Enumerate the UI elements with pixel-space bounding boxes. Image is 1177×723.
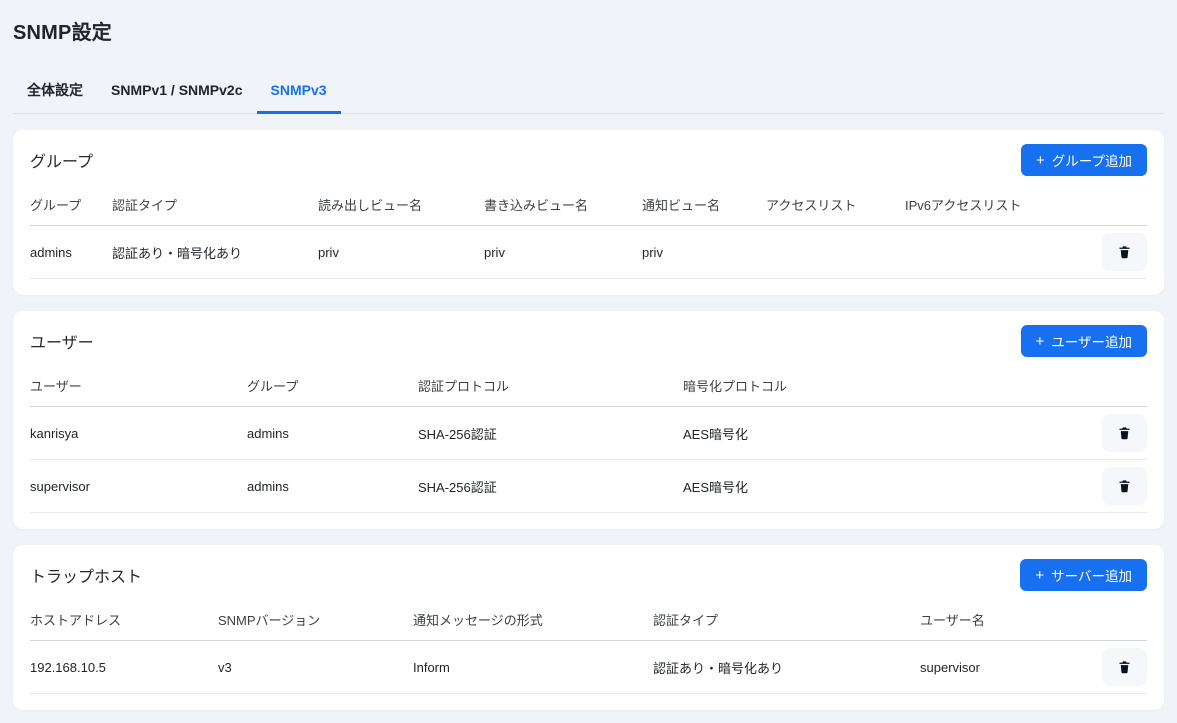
column-header-actions [1087, 184, 1147, 226]
cell-auth-type: 認証あり・暗号化あり [653, 641, 920, 694]
cell-host-address: 192.168.10.5 [30, 641, 218, 694]
delete-user-button[interactable] [1102, 467, 1147, 505]
trap-hosts-table-header-row: ホストアドレス SNMPバージョン 通知メッセージの形式 認証タイプ ユーザー名 [30, 599, 1147, 641]
column-header: ホストアドレス [30, 599, 218, 641]
column-header-actions [1087, 599, 1147, 641]
column-header: 読み出しビュー名 [318, 184, 484, 226]
delete-server-button[interactable] [1102, 648, 1147, 686]
plus-icon: + [1035, 568, 1044, 583]
cell-read-view: priv [318, 226, 484, 279]
column-header: IPv6アクセスリスト [905, 184, 1087, 226]
delete-group-button[interactable] [1102, 233, 1147, 271]
cell-user: supervisor [30, 460, 247, 513]
cell-user-name: supervisor [920, 641, 1087, 694]
cell-ipv6-access-list [905, 226, 1087, 279]
users-card: ユーザー + ユーザー追加 ユーザー グループ 認証プロトコル 暗号化プロトコル… [13, 311, 1164, 529]
trash-icon [1117, 659, 1132, 675]
trap-hosts-card: トラップホスト + サーバー追加 ホストアドレス SNMPバージョン 通知メッセ… [13, 545, 1164, 710]
cell-priv-protocol: AES暗号化 [683, 460, 1087, 513]
add-user-button[interactable]: + ユーザー追加 [1021, 325, 1148, 357]
tab-general[interactable]: 全体設定 [13, 69, 97, 114]
delete-user-button[interactable] [1102, 414, 1147, 452]
cell-auth-type: 認証あり・暗号化あり [112, 226, 318, 279]
users-card-header: ユーザー + ユーザー追加 [30, 325, 1147, 357]
plus-icon: + [1036, 153, 1045, 168]
add-server-button[interactable]: + サーバー追加 [1020, 559, 1147, 591]
column-header: ユーザー名 [920, 599, 1087, 641]
column-header: 書き込みビュー名 [484, 184, 642, 226]
trash-icon [1117, 478, 1132, 494]
cell-group: admins [30, 226, 112, 279]
plus-icon: + [1036, 334, 1045, 349]
groups-card: グループ + グループ追加 グループ 認証タイプ 読み出しビュー名 書き込みビュ… [13, 130, 1164, 295]
cell-user: kanrisya [30, 407, 247, 460]
column-header: 通知メッセージの形式 [413, 599, 653, 641]
add-server-button-label: サーバー追加 [1051, 565, 1132, 585]
users-table: ユーザー グループ 認証プロトコル 暗号化プロトコル kanrisya admi… [30, 365, 1147, 513]
tab-bar: 全体設定 SNMPv1 / SNMPv2c SNMPv3 [13, 69, 1164, 114]
trap-hosts-table: ホストアドレス SNMPバージョン 通知メッセージの形式 認証タイプ ユーザー名… [30, 599, 1147, 694]
tab-snmpv3[interactable]: SNMPv3 [257, 69, 341, 114]
column-header: グループ [30, 184, 112, 226]
table-row: kanrisya admins SHA-256認証 AES暗号化 [30, 407, 1147, 460]
trash-icon [1117, 244, 1132, 260]
cell-message-format: Inform [413, 641, 653, 694]
tab-snmpv1-v2c[interactable]: SNMPv1 / SNMPv2c [97, 69, 257, 114]
cell-write-view: priv [484, 226, 642, 279]
column-header: アクセスリスト [766, 184, 905, 226]
users-card-title: ユーザー [30, 329, 94, 353]
cell-group: admins [247, 460, 418, 513]
column-header: 暗号化プロトコル [683, 365, 1087, 407]
table-row: supervisor admins SHA-256認証 AES暗号化 [30, 460, 1147, 513]
column-header-actions [1087, 365, 1147, 407]
cell-priv-protocol: AES暗号化 [683, 407, 1087, 460]
column-header: 認証タイプ [653, 599, 920, 641]
table-row: 192.168.10.5 v3 Inform 認証あり・暗号化あり superv… [30, 641, 1147, 694]
cell-group: admins [247, 407, 418, 460]
cell-snmp-version: v3 [218, 641, 413, 694]
cell-access-list [766, 226, 905, 279]
groups-table-header-row: グループ 認証タイプ 読み出しビュー名 書き込みビュー名 通知ビュー名 アクセス… [30, 184, 1147, 226]
trap-hosts-card-header: トラップホスト + サーバー追加 [30, 559, 1147, 591]
groups-card-header: グループ + グループ追加 [30, 144, 1147, 176]
column-header: 通知ビュー名 [642, 184, 766, 226]
add-group-button[interactable]: + グループ追加 [1021, 144, 1147, 176]
column-header: SNMPバージョン [218, 599, 413, 641]
add-user-button-label: ユーザー追加 [1051, 331, 1132, 351]
users-table-header-row: ユーザー グループ 認証プロトコル 暗号化プロトコル [30, 365, 1147, 407]
cell-auth-protocol: SHA-256認証 [418, 407, 683, 460]
groups-table: グループ 認証タイプ 読み出しビュー名 書き込みビュー名 通知ビュー名 アクセス… [30, 184, 1147, 279]
cell-notify-view: priv [642, 226, 766, 279]
trash-icon [1117, 425, 1132, 441]
add-group-button-label: グループ追加 [1052, 150, 1132, 170]
table-row: admins 認証あり・暗号化あり priv priv priv [30, 226, 1147, 279]
column-header: 認証プロトコル [418, 365, 683, 407]
page-title: SNMP設定 [13, 16, 1164, 45]
column-header: ユーザー [30, 365, 247, 407]
column-header: 認証タイプ [112, 184, 318, 226]
groups-card-title: グループ [30, 148, 93, 172]
column-header: グループ [247, 365, 418, 407]
cell-auth-protocol: SHA-256認証 [418, 460, 683, 513]
trap-hosts-card-title: トラップホスト [30, 563, 142, 587]
